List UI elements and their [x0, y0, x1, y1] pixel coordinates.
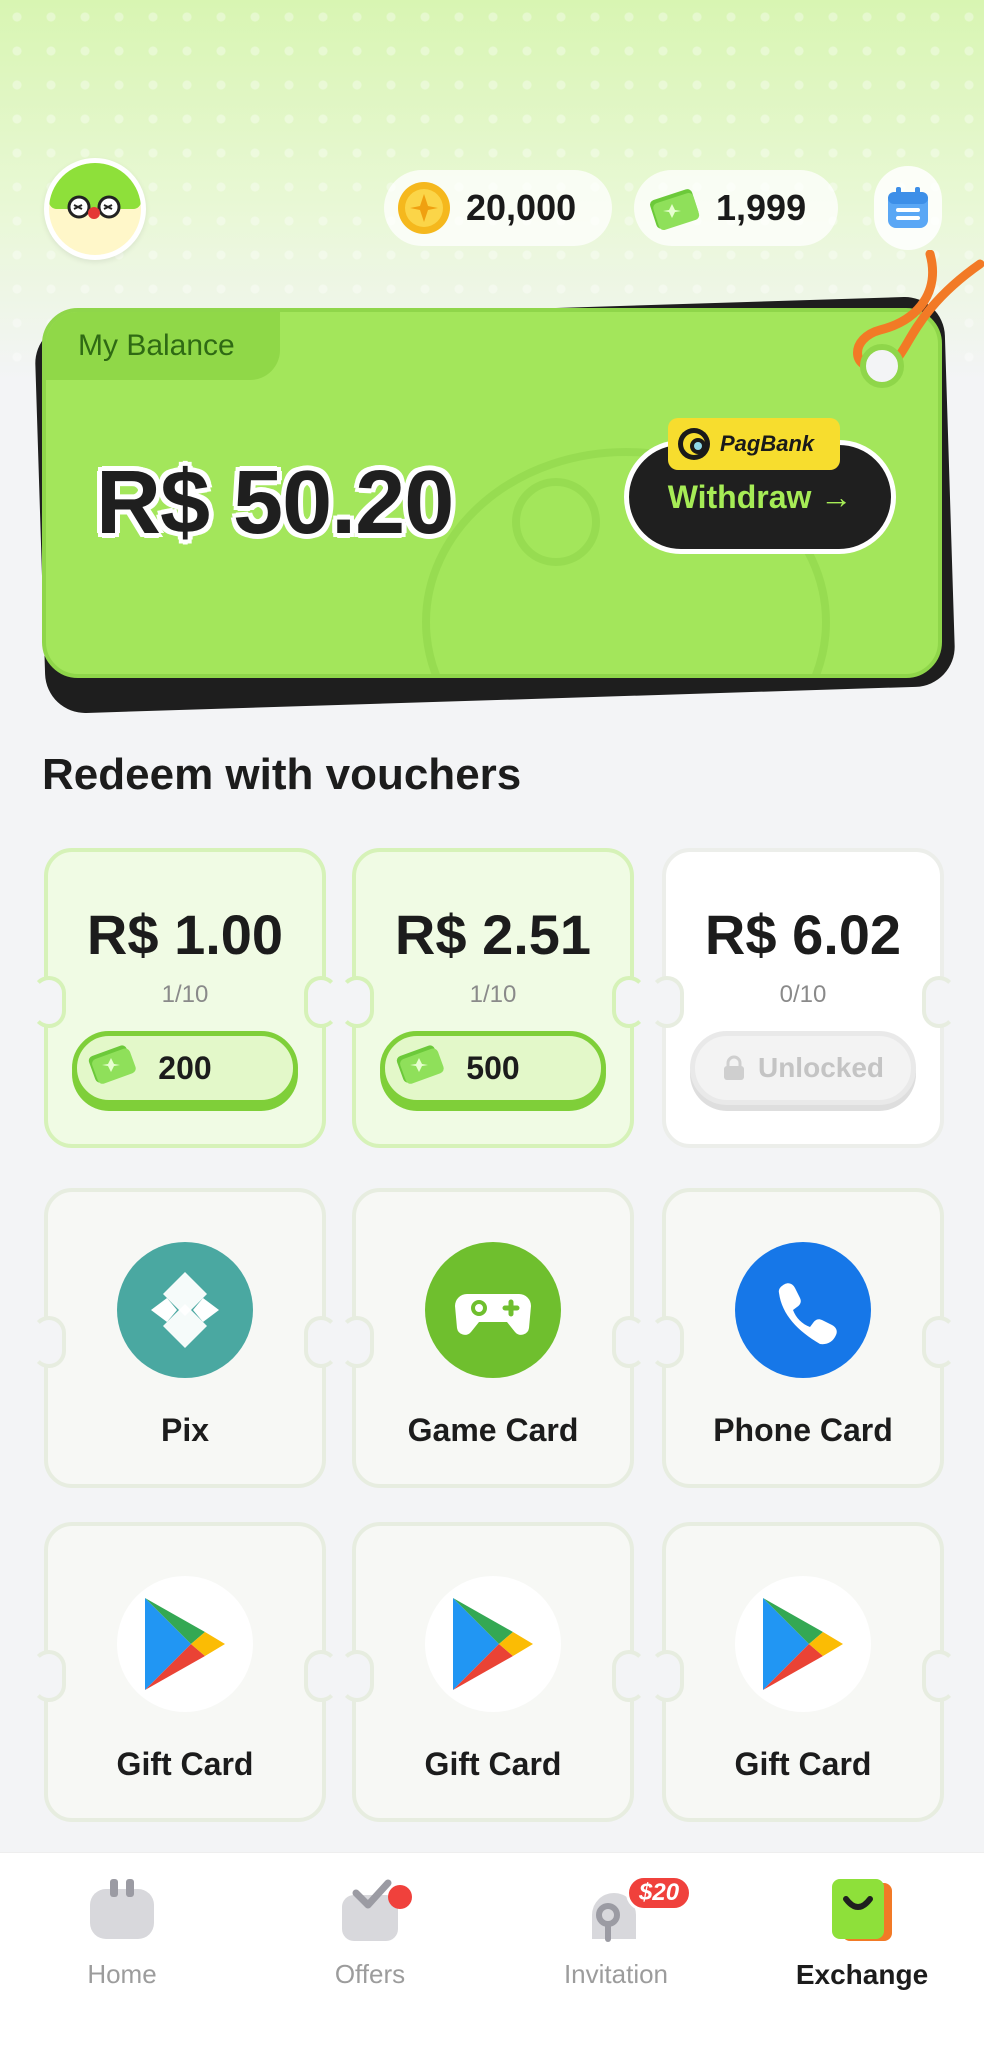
google-play-icon — [425, 1576, 561, 1712]
voucher-cost: 500 — [466, 1049, 520, 1086]
cash-icon — [396, 1045, 444, 1084]
voucher-card[interactable]: R$ 2.51 1/10 500 — [340, 848, 646, 1148]
pix-card[interactable]: Pix — [32, 1188, 338, 1488]
pagbank-logo-icon — [678, 428, 710, 460]
bottom-nav: Home Offers $20 Invitation Exchange — [0, 1852, 984, 2047]
method-label: Pix — [160, 1412, 210, 1448]
coins-balance[interactable]: 20,000 — [384, 170, 612, 246]
phone-card[interactable]: Phone Card — [650, 1188, 956, 1488]
pix-icon — [117, 1242, 253, 1378]
gift-card[interactable]: Gift Card — [340, 1522, 646, 1822]
google-play-icon — [117, 1576, 253, 1712]
calendar-button[interactable] — [874, 166, 942, 250]
notification-dot — [388, 1885, 412, 1909]
nav-label: Invitation — [563, 1959, 669, 1989]
calendar-icon — [888, 187, 928, 228]
method-label: Phone Card — [713, 1412, 893, 1448]
cash-value: 1,999 — [716, 187, 807, 228]
nav-item-invitation[interactable]: $20 Invitation — [516, 1875, 716, 2025]
redeem-button[interactable]: 200 — [72, 1031, 298, 1105]
voucher-card[interactable]: R$ 1.00 1/10 200 — [32, 848, 338, 1148]
user-avatar[interactable] — [44, 158, 146, 260]
withdraw-label: Withdraw → — [667, 478, 853, 515]
nav-label: Home — [87, 1959, 157, 1989]
exchange-icon — [832, 1879, 892, 1941]
invitation-badge: $20 — [626, 1875, 693, 1911]
gift-card[interactable]: Gift Card — [32, 1522, 338, 1822]
pagbank-badge: PagBank — [668, 418, 840, 470]
cash-icon — [650, 189, 700, 230]
cash-icon — [88, 1045, 136, 1084]
voucher-count: 1/10 — [161, 981, 209, 1008]
gift-card[interactable]: Gift Card — [650, 1522, 956, 1822]
google-play-icon — [735, 1576, 871, 1712]
gamepad-icon — [425, 1242, 561, 1378]
voucher-count: 0/10 — [779, 981, 827, 1008]
gift-card-label: Gift Card — [734, 1746, 872, 1782]
voucher-amount: R$ 2.51 — [394, 903, 592, 966]
tag-string-icon — [853, 250, 984, 373]
voucher-card[interactable]: R$ 6.02 0/10 Unlocked — [650, 848, 956, 1148]
lock-icon — [723, 1055, 744, 1080]
voucher-amount: R$ 1.00 — [86, 903, 284, 966]
method-label: Game Card — [407, 1412, 579, 1448]
gift-card-label: Gift Card — [116, 1746, 254, 1782]
coins-value: 20,000 — [466, 187, 577, 228]
pagbank-name: PagBank — [720, 431, 815, 456]
balance-amount: R$ 50.20 — [96, 453, 454, 553]
gift-card-label: Gift Card — [424, 1746, 562, 1782]
home-icon — [90, 1879, 154, 1939]
nav-item-offers[interactable]: Offers — [270, 1875, 470, 2025]
coin-icon — [398, 182, 450, 234]
voucher-cost: Unlocked — [757, 1052, 885, 1083]
nav-item-exchange[interactable]: Exchange — [762, 1875, 962, 2025]
nav-label: Exchange — [795, 1959, 929, 1990]
cash-balance[interactable]: 1,999 — [634, 170, 838, 246]
nav-item-home[interactable]: Home — [22, 1875, 222, 2025]
locked-button[interactable]: Unlocked — [690, 1031, 916, 1105]
balance-label: My Balance — [46, 312, 280, 380]
game-card[interactable]: Game Card — [340, 1188, 646, 1488]
voucher-amount: R$ 6.02 — [704, 903, 902, 966]
avatar-face-icon — [67, 195, 121, 219]
phone-icon — [735, 1242, 871, 1378]
tag-hole — [860, 344, 904, 388]
voucher-cost: 200 — [158, 1049, 212, 1086]
nav-label: Offers — [334, 1959, 406, 1989]
section-title: Redeem with vouchers — [42, 750, 522, 799]
voucher-count: 1/10 — [469, 981, 517, 1008]
redeem-button[interactable]: 500 — [380, 1031, 606, 1105]
